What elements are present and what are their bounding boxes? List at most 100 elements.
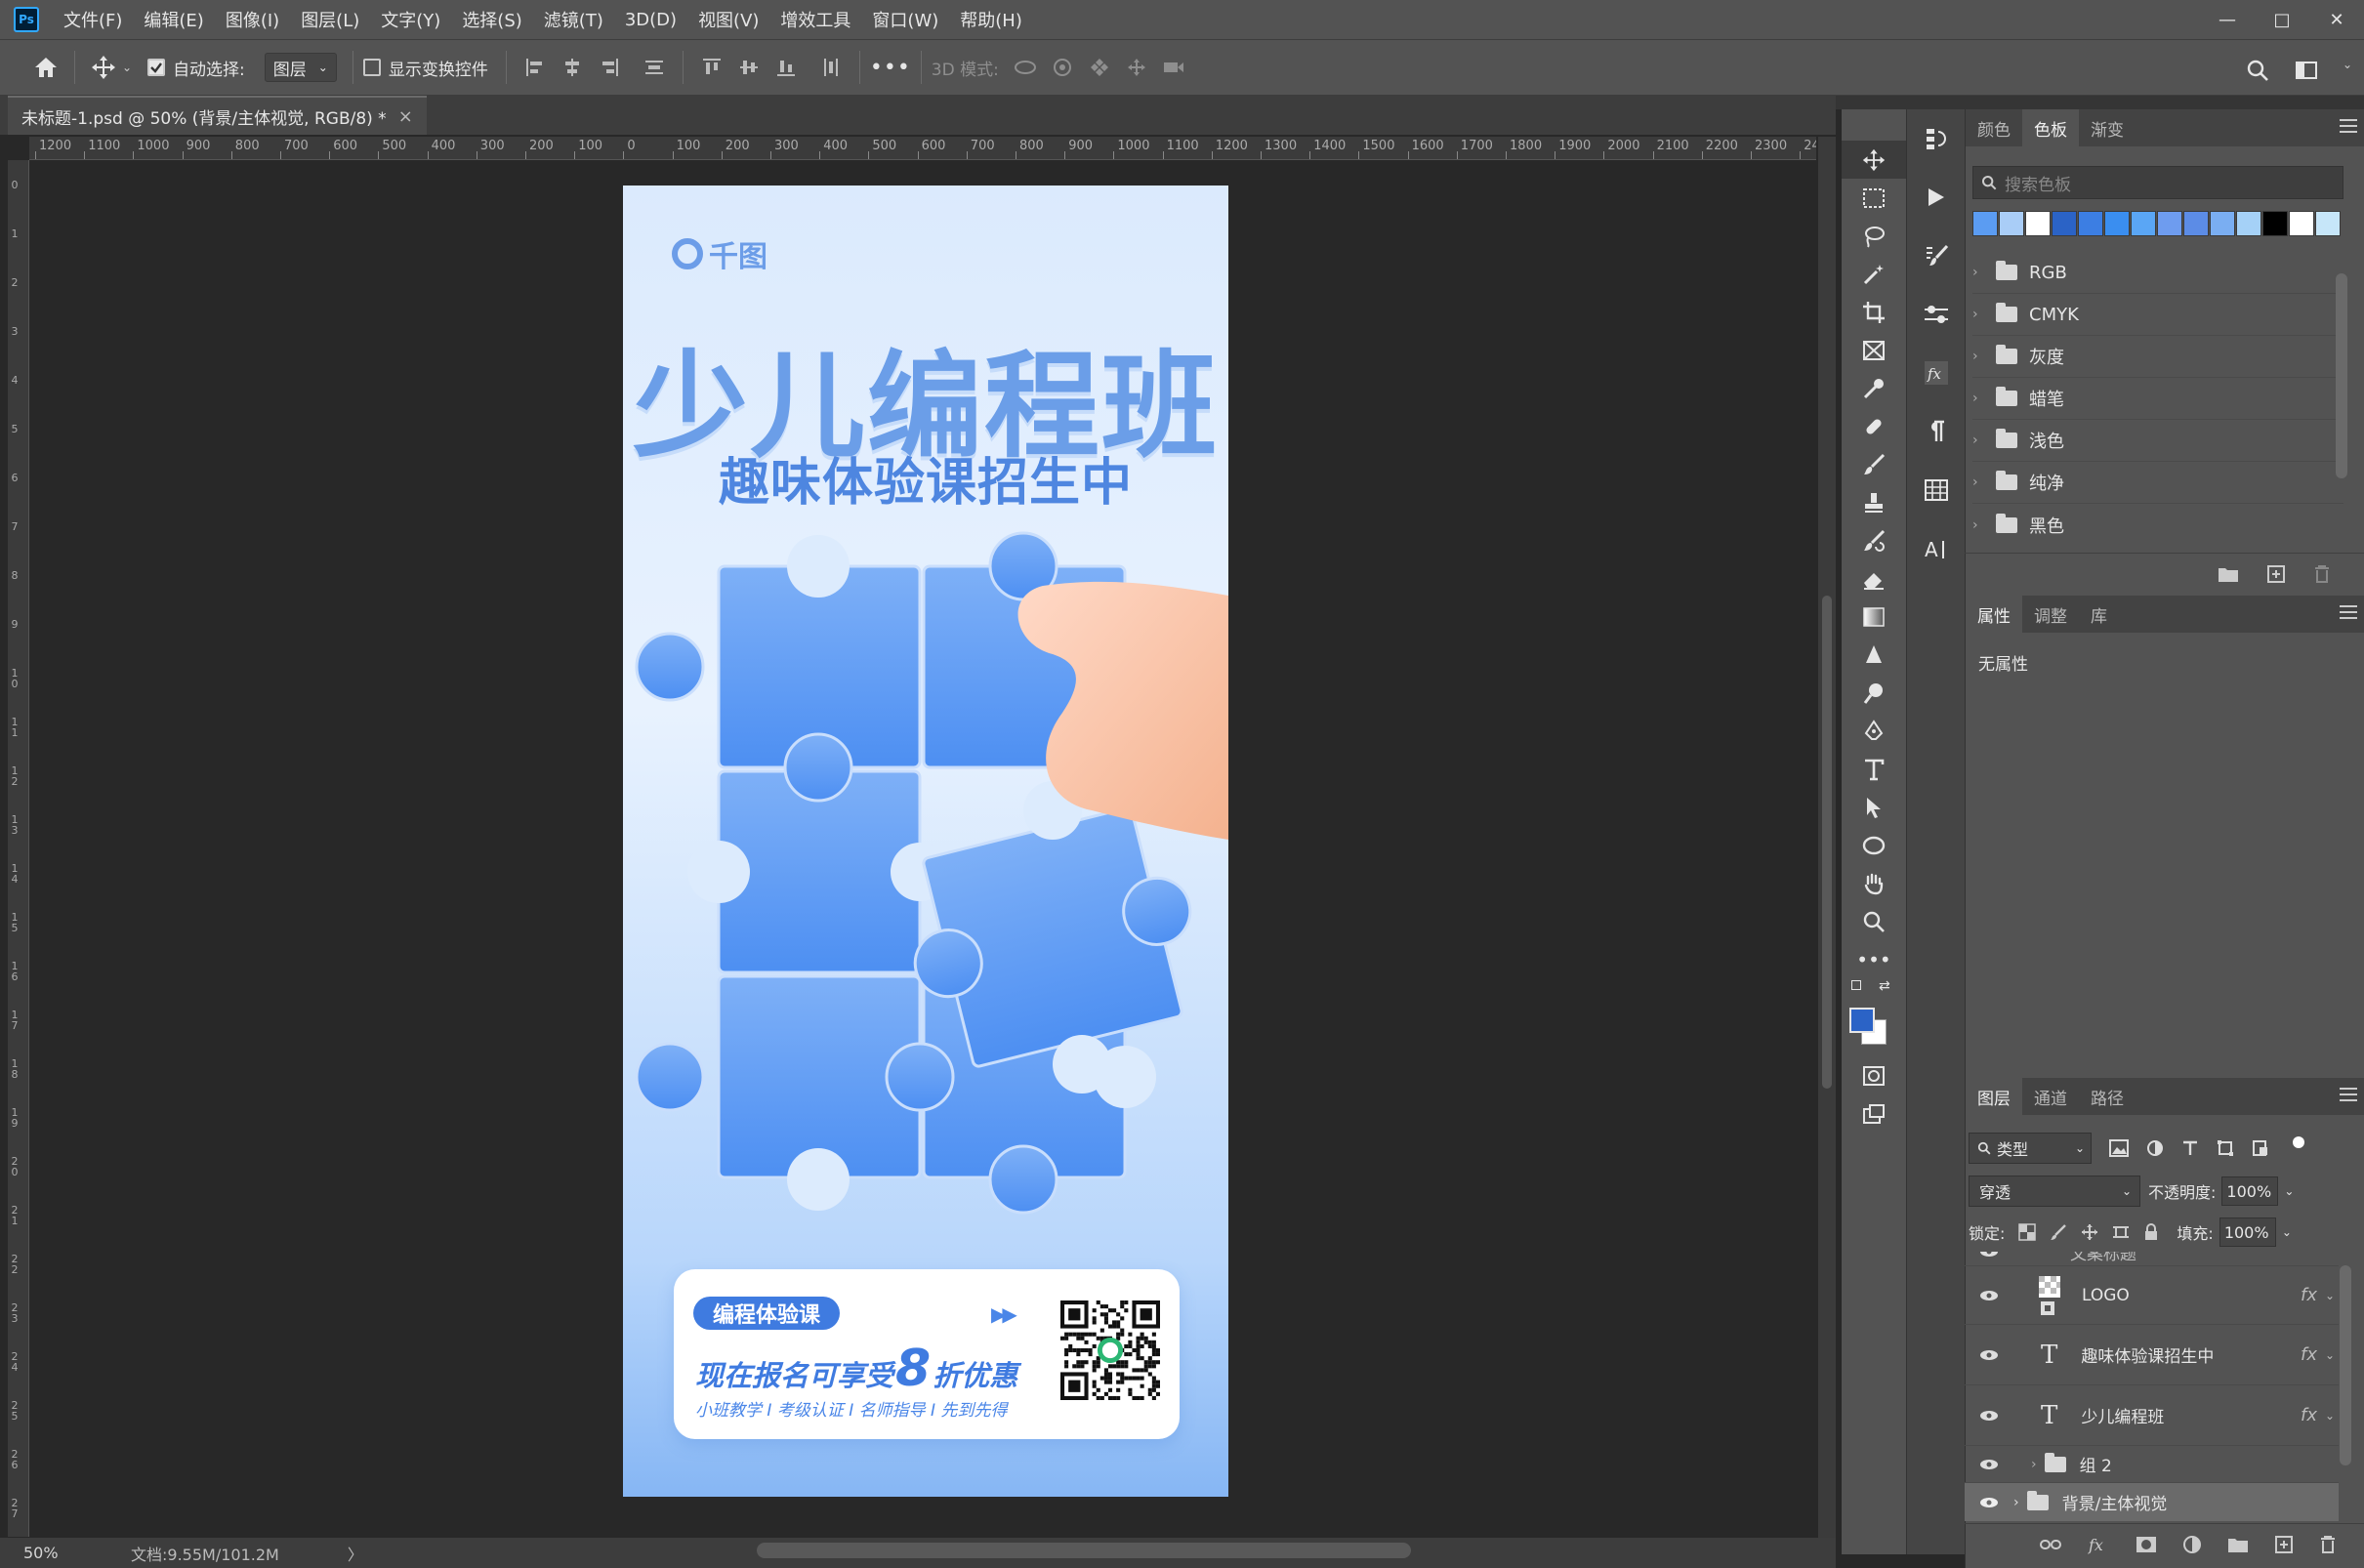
swatch-group-grayscale[interactable]: › 灰度: [1972, 336, 2343, 378]
type-tool-icon[interactable]: [1842, 750, 1906, 788]
trash-icon[interactable]: [2319, 1535, 2337, 1554]
eyedropper-icon[interactable]: [1842, 369, 1906, 407]
chevron-down-icon[interactable]: ⌄: [2325, 1348, 2335, 1362]
layer-fx-badge[interactable]: fx: [2301, 1344, 2317, 1365]
layer-row-group-2[interactable]: › 组 2: [1965, 1445, 2339, 1482]
align-top-icon[interactable]: [693, 49, 730, 86]
3d-orbit-icon[interactable]: [1007, 49, 1044, 86]
ellipse-tool-icon[interactable]: [1842, 826, 1906, 864]
quick-mask-icon[interactable]: [1842, 1056, 1906, 1094]
swatch-group-dark[interactable]: › 黑色: [1972, 504, 2343, 546]
chevron-right-icon[interactable]: ›: [2013, 1495, 2019, 1510]
layer-row-background-group[interactable]: › 背景/主体视觉: [1965, 1482, 2339, 1521]
menu-select[interactable]: 选择(S): [451, 7, 532, 32]
tab-gradients[interactable]: 渐变: [2079, 109, 2136, 146]
lock-transparent-icon[interactable]: [2018, 1223, 2037, 1241]
close-button[interactable]: ✕: [2309, 0, 2364, 39]
hand-tool-icon[interactable]: [1842, 864, 1906, 902]
clone-stamp-icon[interactable]: [1842, 483, 1906, 521]
dodge-tool-icon[interactable]: [1842, 674, 1906, 712]
eye-icon[interactable]: [1965, 1252, 2013, 1258]
eye-icon[interactable]: [1965, 1349, 2013, 1361]
eye-icon[interactable]: [1965, 1290, 2013, 1301]
blur-tool-icon[interactable]: [1842, 636, 1906, 674]
foreground-color[interactable]: [1849, 1008, 1875, 1033]
swatch-group-pure[interactable]: › 纯净: [1972, 462, 2343, 504]
chevron-down-icon[interactable]: ⌄: [2325, 1289, 2335, 1302]
tab-libraries[interactable]: 库: [2079, 596, 2119, 633]
more-options-button[interactable]: •••: [870, 56, 911, 80]
restore-button[interactable]: □: [2255, 0, 2309, 39]
link-layers-icon[interactable]: [2040, 1538, 2061, 1551]
color-swatch[interactable]: [2052, 211, 2077, 236]
color-swatch[interactable]: [2236, 211, 2261, 236]
swatch-group-light[interactable]: › 浅色: [1972, 420, 2343, 462]
more-tools-icon[interactable]: •••: [1842, 940, 1906, 978]
eye-icon[interactable]: [1965, 1497, 2013, 1508]
brush-tool-icon[interactable]: [1842, 445, 1906, 483]
swatch-group-rgb[interactable]: › RGB: [1972, 252, 2343, 294]
glyphs-grid-icon[interactable]: [1907, 461, 1966, 519]
zoom-tool-icon[interactable]: [1842, 902, 1906, 940]
swatch-group-pastel[interactable]: › 蜡笔: [1972, 378, 2343, 420]
chevron-down-icon[interactable]: ⌄: [2284, 1184, 2294, 1198]
menu-view[interactable]: 视图(V): [687, 7, 769, 32]
search-icon[interactable]: [2239, 52, 2276, 89]
paragraph-icon[interactable]: [1907, 402, 1966, 461]
history-panel-icon[interactable]: [1907, 109, 1966, 168]
zoom-level[interactable]: 50%: [23, 1544, 78, 1562]
healing-brush-icon[interactable]: [1842, 407, 1906, 445]
menu-file[interactable]: 文件(F): [53, 7, 133, 32]
horizontal-scroll-thumb[interactable]: [757, 1543, 1411, 1558]
new-swatch-icon[interactable]: [2266, 564, 2286, 584]
filter-adjustment-icon[interactable]: [2146, 1139, 2164, 1157]
show-transform-checkbox[interactable]: [362, 59, 381, 76]
menu-3d[interactable]: 3D(D): [614, 10, 687, 30]
marquee-tool-icon[interactable]: [1842, 179, 1906, 217]
3d-camera-icon[interactable]: [1155, 49, 1192, 86]
color-swatch[interactable]: [1999, 211, 2024, 236]
default-colors-icon[interactable]: [1851, 980, 1861, 990]
poster-artboard[interactable]: 千图 少儿编程班 趣味体验课招生中 编程体验课 ▶▶ 现在报名可享受 8 折优惠…: [623, 186, 1228, 1497]
auto-select-checkbox[interactable]: [147, 59, 166, 76]
color-swatch[interactable]: [2131, 211, 2156, 236]
chevron-down-icon[interactable]: ⌄: [122, 61, 132, 74]
screen-mode-icon[interactable]: [1842, 1094, 1906, 1133]
swatches-scroll-thumb[interactable]: [2336, 273, 2347, 478]
new-group-folder-icon[interactable]: [2218, 565, 2239, 583]
align-bottom-icon[interactable]: [767, 49, 805, 86]
align-right-icon[interactable]: [591, 49, 628, 86]
document-tab[interactable]: 未标题-1.psd @ 50% (背景/主体视觉, RGB/8) * ×: [8, 96, 427, 135]
auto-select-target-dropdown[interactable]: 图层 ⌄: [264, 53, 337, 82]
layer-fx-badge[interactable]: fx: [2301, 1285, 2317, 1305]
opacity-input[interactable]: 100%: [2221, 1176, 2279, 1206]
move-tool-icon[interactable]: [85, 49, 122, 86]
tab-swatches[interactable]: 色板: [2022, 109, 2079, 146]
color-swatch[interactable]: [2183, 211, 2209, 236]
lock-all-icon[interactable]: [2143, 1223, 2159, 1241]
distribute-vertical-icon[interactable]: [636, 49, 673, 86]
3d-roll-icon[interactable]: [1044, 49, 1081, 86]
layer-filter-dropdown[interactable]: 类型 ⌄: [1969, 1133, 2092, 1164]
color-swatch[interactable]: [2025, 211, 2051, 236]
tab-channels[interactable]: 通道: [2022, 1078, 2079, 1115]
vertical-scroll-thumb[interactable]: [1822, 596, 1832, 1089]
layer-row-title[interactable]: T 少儿编程班 fx ⌄: [1965, 1384, 2339, 1445]
eye-icon[interactable]: [1965, 1459, 2013, 1470]
brush-settings-icon[interactable]: [1907, 227, 1966, 285]
minimize-button[interactable]: —: [2200, 0, 2255, 39]
align-vcenter-icon[interactable]: [730, 49, 767, 86]
menu-type[interactable]: 文字(Y): [370, 7, 451, 32]
chevron-right-icon[interactable]: ›: [2031, 1457, 2037, 1472]
filter-pixel-icon[interactable]: [2109, 1139, 2129, 1157]
new-group-folder-icon[interactable]: [2227, 1536, 2249, 1553]
trash-icon[interactable]: [2313, 564, 2331, 584]
workspace-icon[interactable]: [2288, 52, 2325, 89]
color-swatch[interactable]: [2078, 211, 2103, 236]
tab-color[interactable]: 颜色: [1966, 109, 2022, 146]
eye-icon[interactable]: [1965, 1410, 2013, 1422]
layers-scroll-thumb[interactable]: [2340, 1265, 2351, 1465]
color-swatch[interactable]: [2157, 211, 2182, 236]
tab-paths[interactable]: 路径: [2079, 1078, 2136, 1115]
align-left-icon[interactable]: [517, 49, 554, 86]
